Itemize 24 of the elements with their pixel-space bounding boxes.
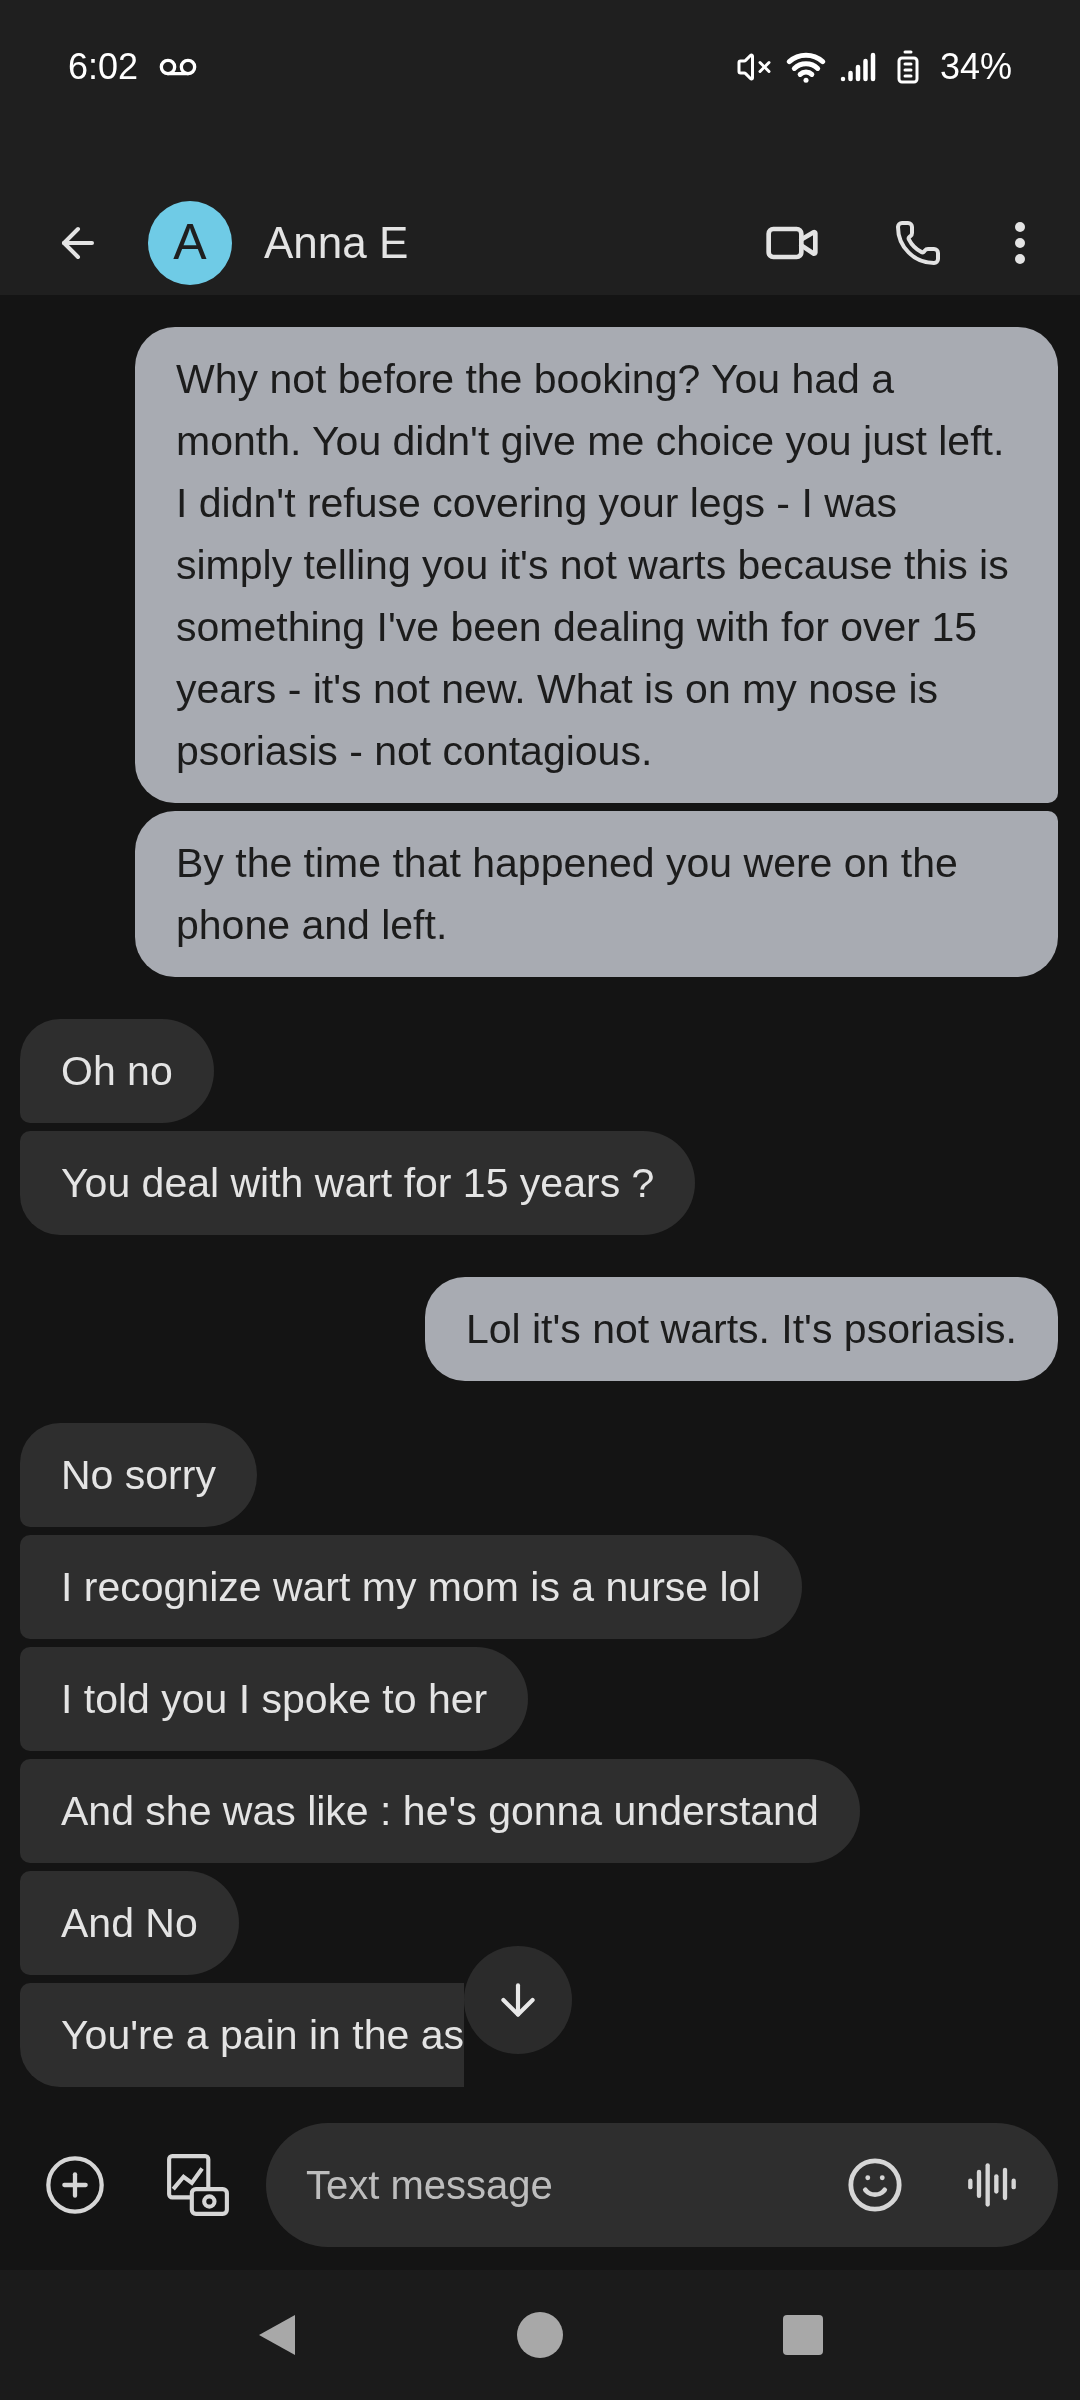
received-message-bubble[interactable]: I recognize wart my mom is a nurse lol — [20, 1535, 802, 1639]
sent-message-bubble[interactable]: By the time that happened you were on the phone and left. — [135, 811, 1058, 977]
compose-field[interactable]: Text message — [266, 2123, 1058, 2247]
received-message-bubble[interactable]: You deal with wart for 15 years ? — [20, 1131, 696, 1235]
contact-name: Anna E — [264, 216, 409, 269]
received-message-bubble[interactable]: Oh no — [20, 1019, 214, 1123]
message-input-field[interactable]: Text message — [306, 2155, 846, 2215]
received-message-bubble[interactable]: And she was like : he's gonna understand — [20, 1759, 860, 1863]
battery-percentage: 34% — [939, 45, 1012, 89]
more-icon — [1014, 220, 1026, 265]
status-time: 6:02 — [68, 45, 139, 89]
received-message-bubble[interactable]: You're a pain in the as — [20, 1983, 464, 2087]
sent-message-bubble[interactable]: Lol it's not warts. It's psoriasis. — [424, 1277, 1058, 1381]
gallery-camera-icon — [165, 2152, 231, 2218]
phone-icon — [894, 218, 942, 267]
sent-message-bubble[interactable]: Why not before the booking? You had a month. You didn't give me choice you just left. I didn't refuse covering your legs - I was simply telling you it's not warts because this is something I've been dealing with for over 15 years - it's not new. What is on my nose is psoriasis - not contagious. — [135, 327, 1058, 803]
received-message-bubble[interactable]: And No — [20, 1871, 239, 1975]
received-message-bubble[interactable]: I told you I spoke to her — [20, 1647, 529, 1751]
emoji-icon[interactable] — [846, 2156, 904, 2214]
received-message-bubble[interactable]: No sorry — [20, 1423, 257, 1527]
contact-avatar: A — [148, 200, 232, 285]
nav-home-icon[interactable] — [517, 2312, 563, 2358]
plus-icon — [43, 2153, 107, 2217]
nav-back-icon[interactable] — [257, 2313, 297, 2357]
